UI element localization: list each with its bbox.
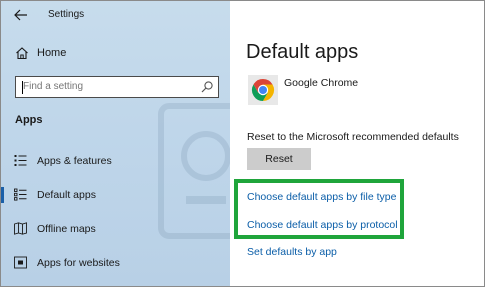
browser-app-name[interactable]: Google Chrome — [284, 77, 358, 89]
home-label: Home — [37, 47, 67, 59]
sidebar-item-label: Offline maps — [37, 223, 96, 235]
settings-window: Settings Home Find a setting Apps Apps &… — [0, 0, 485, 287]
back-arrow-icon — [14, 9, 27, 21]
title-bar: Settings — [1, 1, 230, 31]
window-title: Settings — [48, 9, 85, 20]
sidebar: Settings Home Find a setting Apps Apps &… — [1, 1, 230, 286]
search-icon[interactable] — [200, 80, 214, 94]
main-content: Default apps Google Chrome Reset to the … — [230, 1, 484, 286]
apps-for-websites-icon — [14, 256, 27, 269]
sidebar-item-apps-for-websites[interactable]: Apps for websites — [1, 252, 230, 274]
search-placeholder: Find a setting — [23, 81, 84, 92]
search-field[interactable]: Find a setting — [15, 76, 219, 98]
chrome-icon — [248, 75, 278, 105]
page-title: Default apps — [246, 41, 359, 63]
highlight-box — [234, 179, 404, 239]
default-apps-icon — [14, 188, 27, 201]
selection-indicator — [1, 187, 4, 203]
sidebar-item-label: Apps & features — [37, 155, 112, 167]
home-icon — [16, 47, 28, 60]
web-browser-tile[interactable] — [248, 75, 278, 105]
sidebar-item-apps-features[interactable]: Apps & features — [1, 150, 230, 172]
section-title-apps: Apps — [15, 114, 43, 126]
back-button[interactable] — [11, 7, 31, 23]
apps-features-icon — [14, 155, 27, 166]
sidebar-item-label: Default apps — [37, 189, 96, 201]
sidebar-item-offline-maps[interactable]: Offline maps — [1, 218, 230, 240]
set-defaults-by-app-link[interactable]: Set defaults by app — [247, 246, 337, 258]
offline-maps-icon — [14, 222, 27, 235]
sidebar-item-default-apps[interactable]: Default apps — [1, 184, 230, 206]
reset-description: Reset to the Microsoft recommended defau… — [247, 131, 459, 143]
nav-home[interactable]: Home — [13, 44, 213, 64]
reset-button[interactable]: Reset — [247, 148, 311, 170]
sidebar-item-label: Apps for websites — [37, 257, 120, 269]
